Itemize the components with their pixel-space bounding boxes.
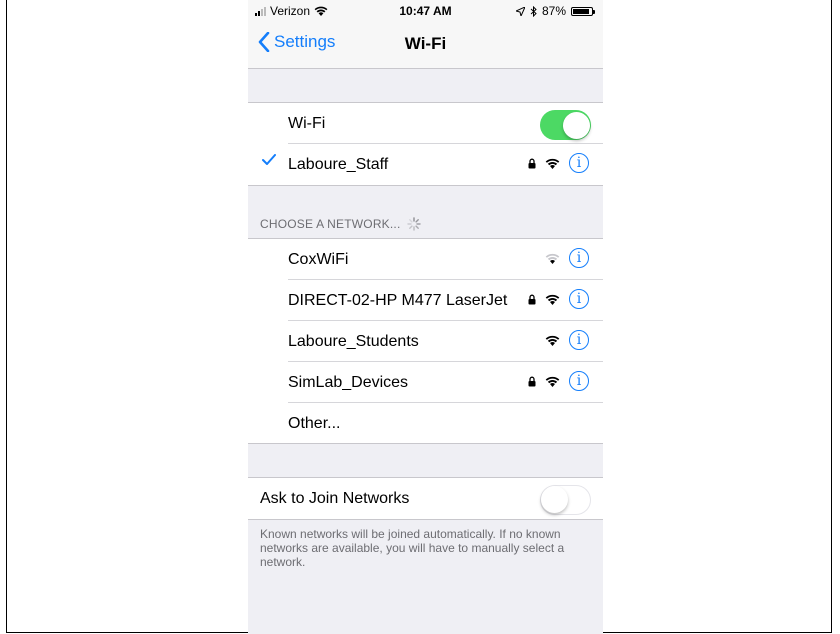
loading-spinner-icon — [406, 217, 421, 231]
ask-to-join-row: Ask to Join Networks — [248, 478, 603, 519]
wifi-toggle[interactable] — [540, 110, 591, 140]
network-name: CoxWiFi — [288, 251, 349, 268]
network-icons: i — [545, 248, 589, 268]
ask-to-join-footer: Known networks will be joined automatica… — [260, 527, 565, 569]
phone-screen: Verizon 10:47 AM 87% Settings Wi-Fi Wi-F… — [248, 0, 603, 634]
battery-percent: 87% — [541, 4, 566, 18]
ask-to-join-group: Ask to Join Networks — [248, 477, 603, 520]
other-network-row[interactable]: Other... — [248, 403, 603, 444]
connected-network-row[interactable]: Laboure_Staff i — [248, 144, 603, 185]
connected-network-name: Laboure_Staff — [288, 156, 389, 173]
network-icons: i — [528, 153, 589, 173]
network-row-direct-hp[interactable]: DIRECT-02-HP M477 LaserJet i — [248, 280, 603, 321]
location-arrow-icon — [515, 6, 525, 16]
wifi-signal-icon — [545, 335, 560, 346]
checkmark-icon — [262, 154, 276, 166]
network-name: DIRECT-02-HP M477 LaserJet — [288, 292, 508, 309]
wifi-label: Wi-Fi — [288, 115, 326, 132]
choose-network-header: CHOOSE A NETWORK... — [260, 217, 421, 231]
ask-to-join-toggle[interactable] — [540, 485, 591, 515]
network-row-laboure-students[interactable]: Laboure_Students i — [248, 321, 603, 362]
lock-icon — [528, 294, 536, 305]
wifi-group: Wi-Fi Laboure_Staff i — [248, 102, 603, 186]
network-row-coxwifi[interactable]: CoxWiFi i — [248, 239, 603, 280]
wifi-signal-weak-icon — [545, 253, 560, 264]
lock-icon — [528, 376, 536, 387]
toggle-knob — [541, 486, 568, 513]
battery-icon — [571, 6, 595, 16]
wifi-toggle-row: Wi-Fi — [248, 103, 603, 144]
info-button-icon[interactable]: i — [569, 371, 589, 391]
navigation-bar: Settings Wi-Fi — [248, 20, 603, 69]
toggle-knob — [563, 111, 590, 139]
bluetooth-icon — [530, 5, 537, 17]
status-bar: Verizon 10:47 AM 87% — [248, 0, 603, 20]
info-button-icon[interactable]: i — [569, 330, 589, 350]
wifi-signal-icon — [545, 294, 560, 305]
lock-icon — [528, 158, 536, 169]
other-network-label: Other... — [288, 415, 341, 432]
status-right: 87% — [515, 4, 595, 18]
network-list: CoxWiFi i DIRECT-02-HP M477 LaserJet i L… — [248, 238, 603, 444]
info-button-icon[interactable]: i — [569, 289, 589, 309]
page-title: Wi-Fi — [404, 34, 447, 53]
ask-to-join-label: Ask to Join Networks — [260, 490, 410, 507]
network-icons: i — [528, 371, 589, 391]
network-name: Laboure_Students — [288, 333, 419, 350]
network-row-simlab-devices[interactable]: SimLab_Devices i — [248, 362, 603, 403]
info-button-icon[interactable]: i — [569, 153, 589, 173]
network-icons: i — [528, 289, 589, 309]
network-name: SimLab_Devices — [288, 374, 409, 391]
wifi-signal-icon — [545, 158, 560, 169]
wifi-signal-icon — [545, 376, 560, 387]
info-button-icon[interactable]: i — [569, 248, 589, 268]
network-icons: i — [545, 330, 589, 350]
choose-network-label: CHOOSE A NETWORK... — [260, 217, 401, 231]
